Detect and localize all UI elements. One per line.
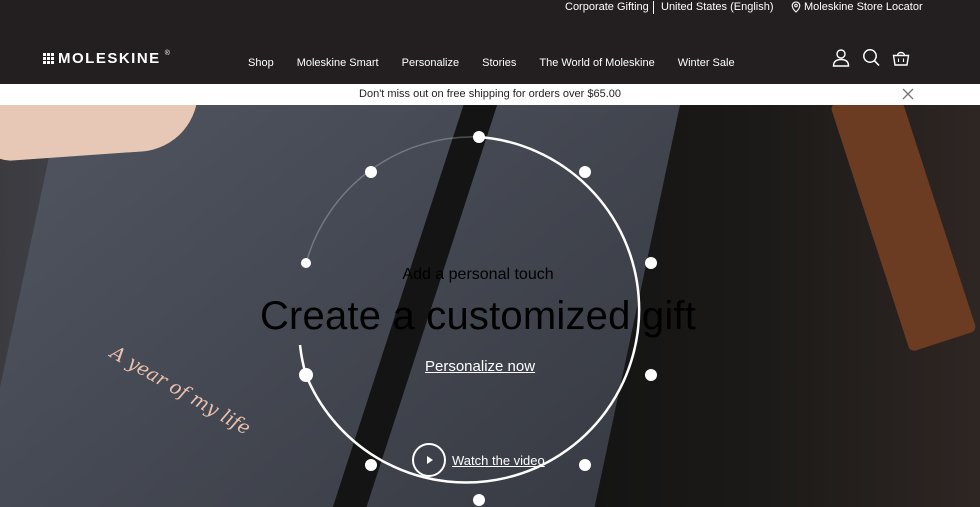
watch-video-label: Watch the video: [452, 452, 545, 468]
main-nav: Shop Moleskine Smart Personalize Stories…: [248, 57, 758, 69]
search-icon[interactable]: [862, 48, 880, 68]
nav-item-shop[interactable]: Shop: [248, 57, 274, 69]
promo-text: Don't miss out on free shipping for orde…: [359, 88, 621, 100]
logo-grid-icon: [43, 53, 54, 64]
utility-bar: Corporate Gifting United States (English…: [0, 0, 980, 18]
cart-icon[interactable]: [892, 48, 910, 68]
logo-registered-mark: ®: [164, 50, 170, 57]
utility-divider: [653, 1, 654, 14]
close-icon[interactable]: [902, 88, 914, 100]
header-icons: [832, 48, 910, 68]
nav-item-winter-sale[interactable]: Winter Sale: [678, 57, 735, 69]
nav-item-world-of-moleskine[interactable]: The World of Moleskine: [539, 57, 654, 69]
store-locator-label: Moleskine Store Locator: [804, 1, 923, 13]
moleskine-logo[interactable]: MOLESKINE ®: [43, 50, 170, 67]
hero-title: Create a customized gift: [259, 294, 697, 338]
shipping-promo-banner: Don't miss out on free shipping for orde…: [0, 84, 980, 105]
play-icon[interactable]: [412, 443, 446, 477]
nav-item-stories[interactable]: Stories: [482, 57, 516, 69]
account-icon[interactable]: [832, 48, 850, 68]
hero-section: A year of my life Add a personal touch C…: [0, 105, 980, 507]
nav-item-personalize[interactable]: Personalize: [402, 57, 459, 69]
corporate-gifting-link[interactable]: Corporate Gifting: [565, 1, 649, 13]
nav-item-moleskine-smart[interactable]: Moleskine Smart: [297, 57, 379, 69]
location-pin-icon: [791, 1, 801, 13]
logo-wordmark: MOLESKINE: [58, 50, 161, 67]
store-locator-link[interactable]: Moleskine Store Locator: [791, 1, 923, 13]
hero-subtitle: Add a personal touch: [402, 266, 554, 283]
main-header: MOLESKINE ® Shop Moleskine Smart Persona…: [0, 18, 980, 84]
personalize-now-link[interactable]: Personalize now: [425, 358, 535, 375]
watch-video-button[interactable]: Watch the video: [412, 443, 545, 477]
country-selector[interactable]: United States (English): [661, 1, 774, 13]
